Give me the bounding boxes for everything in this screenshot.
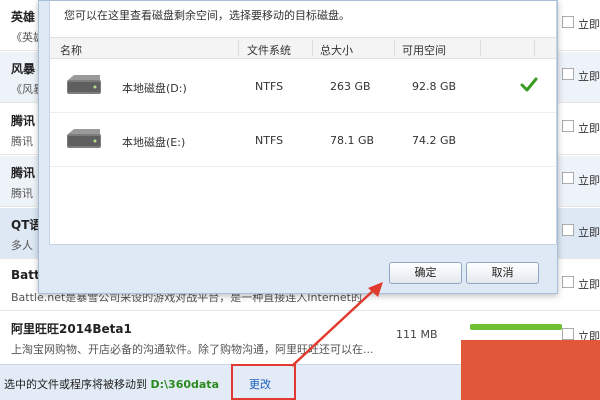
target-path-prefix: 选中的文件或程序将被移动到 bbox=[4, 378, 147, 391]
disk-table-header: 名称 文件系统 总大小 可用空间 bbox=[50, 37, 556, 59]
disk-icon bbox=[67, 129, 101, 148]
overlay-block bbox=[461, 340, 600, 400]
app-name: 腾讯 bbox=[11, 114, 36, 128]
app-desc: 多人 bbox=[11, 239, 33, 252]
app-name: 风暴 bbox=[11, 62, 36, 76]
move-now-link[interactable]: 立即 bbox=[578, 120, 600, 136]
column-divider bbox=[312, 40, 313, 56]
cancel-button[interactable]: 取消 bbox=[466, 262, 539, 284]
column-divider bbox=[480, 40, 481, 56]
disk-total: 263 GB bbox=[330, 80, 371, 93]
disk-row-d[interactable]: 本地磁盘(D:) NTFS 263 GB 92.8 GB bbox=[50, 60, 556, 113]
column-divider bbox=[238, 40, 239, 56]
move-now-link[interactable]: 立即 bbox=[578, 16, 600, 32]
app-name: 腾讯 bbox=[11, 166, 36, 180]
row-checkbox[interactable] bbox=[562, 68, 574, 80]
dialog-content: 您可以在这里查看磁盘剩余空间，选择要移动的目标磁盘。 名称 文件系统 总大小 可… bbox=[49, 1, 557, 245]
column-name[interactable]: 名称 bbox=[60, 42, 82, 58]
dialog-hint: 您可以在这里查看磁盘剩余空间，选择要移动的目标磁盘。 bbox=[64, 9, 350, 22]
column-total[interactable]: 总大小 bbox=[320, 42, 353, 58]
target-path-text: 选中的文件或程序将被移动到 D:\360data bbox=[4, 376, 219, 392]
app-desc: 腾讯 bbox=[11, 135, 33, 148]
column-free[interactable]: 可用空间 bbox=[402, 42, 446, 58]
ok-button[interactable]: 确定 bbox=[389, 262, 462, 284]
select-disk-dialog: 您可以在这里查看磁盘剩余空间，选择要移动的目标磁盘。 名称 文件系统 总大小 可… bbox=[38, 0, 558, 294]
app-name: 阿里旺旺2014Beta1 bbox=[11, 322, 132, 336]
app-size: 111 MB bbox=[396, 328, 438, 341]
disk-fs: NTFS bbox=[255, 80, 284, 93]
move-now-link[interactable]: 立即 bbox=[578, 68, 600, 84]
move-now-link[interactable]: 立即 bbox=[578, 172, 600, 188]
move-now-link[interactable]: 立即 bbox=[578, 224, 600, 240]
row-checkbox[interactable] bbox=[562, 172, 574, 184]
move-now-link[interactable]: 立即 bbox=[578, 276, 600, 292]
column-fs[interactable]: 文件系统 bbox=[247, 42, 291, 58]
disk-free: 92.8 GB bbox=[412, 80, 457, 93]
row-checkbox[interactable] bbox=[562, 16, 574, 28]
size-bar bbox=[470, 324, 562, 330]
app-desc: 腾讯 bbox=[11, 187, 33, 200]
disk-row-e[interactable]: 本地磁盘(E:) NTFS 78.1 GB 74.2 GB bbox=[50, 114, 556, 167]
app-name: QT语 bbox=[11, 218, 42, 232]
disk-free: 74.2 GB bbox=[412, 134, 457, 147]
row-checkbox[interactable] bbox=[562, 276, 574, 288]
highlight-box bbox=[231, 364, 296, 400]
app-name: 英雄 bbox=[11, 10, 36, 24]
column-divider bbox=[534, 40, 535, 56]
row-checkbox[interactable] bbox=[562, 328, 574, 340]
disk-name: 本地磁盘(E:) bbox=[122, 136, 186, 149]
disk-total: 78.1 GB bbox=[330, 134, 375, 147]
column-divider bbox=[394, 40, 395, 56]
disk-fs: NTFS bbox=[255, 134, 284, 147]
row-checkbox[interactable] bbox=[562, 120, 574, 132]
disk-icon bbox=[67, 75, 101, 94]
target-path: D:\360data bbox=[150, 378, 220, 391]
app-desc: 上淘宝网购物、开店必备的沟通软件。除了购物沟通，阿里旺旺还可以在... bbox=[11, 343, 374, 356]
checkmark-icon bbox=[520, 77, 538, 92]
row-checkbox[interactable] bbox=[562, 224, 574, 236]
disk-name: 本地磁盘(D:) bbox=[122, 82, 187, 95]
